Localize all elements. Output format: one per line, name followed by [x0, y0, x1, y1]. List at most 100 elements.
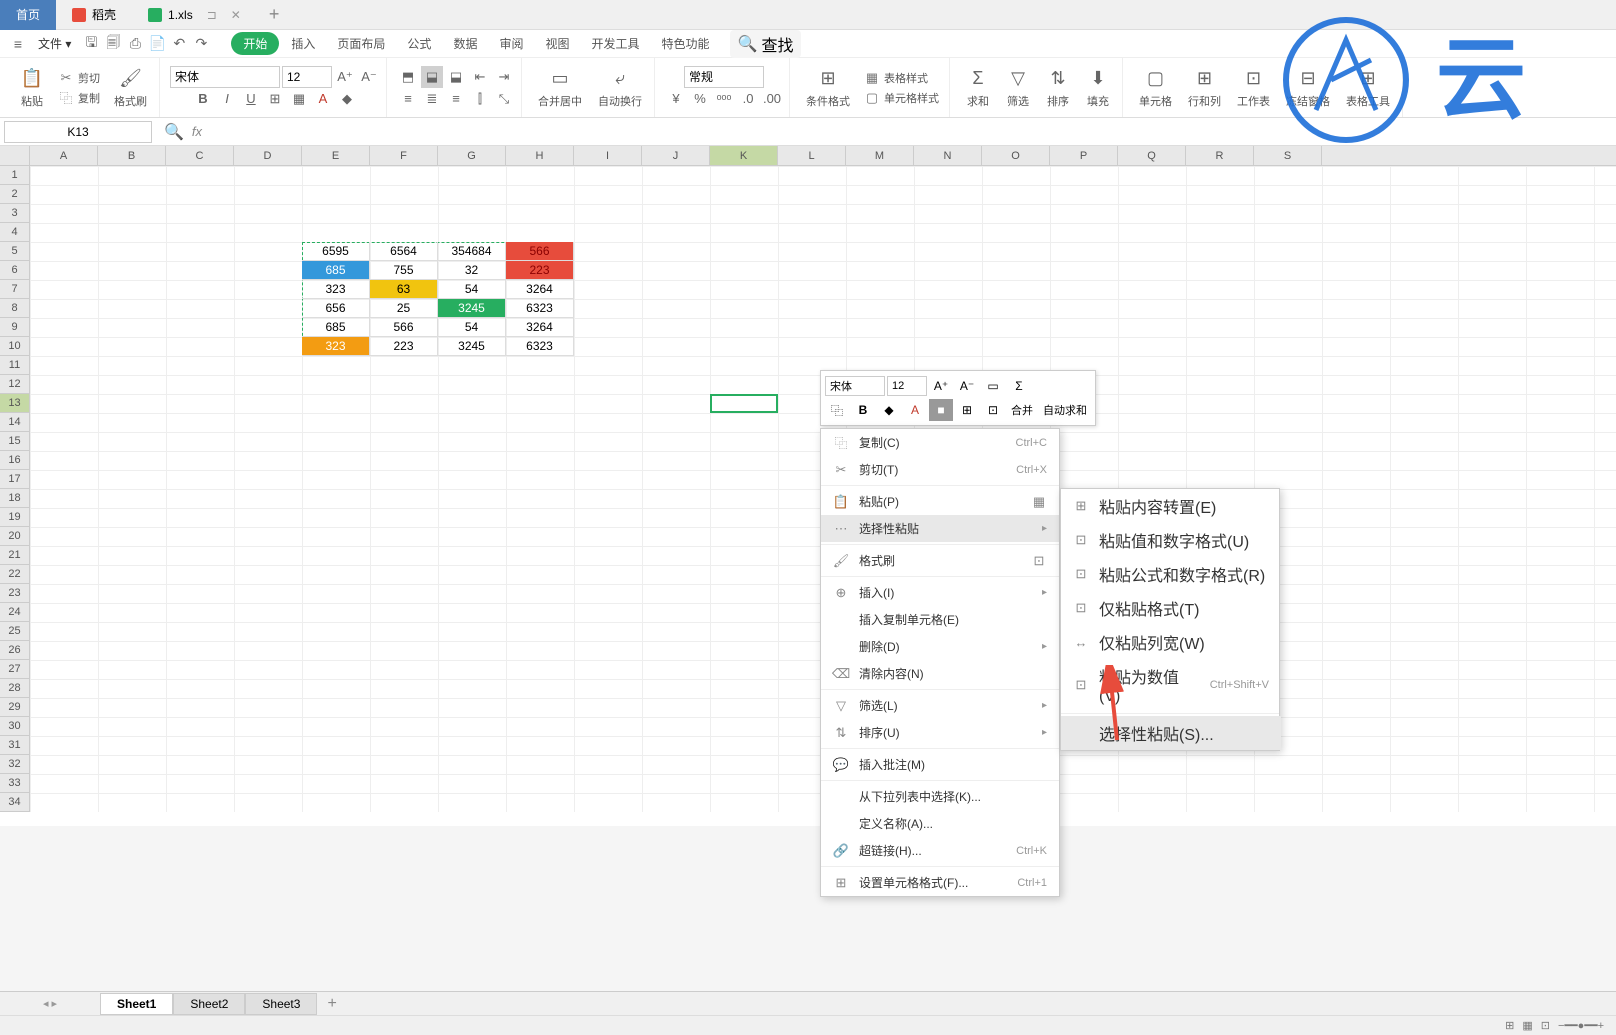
ctx-sort[interactable]: ⇅排序(U)▸	[821, 719, 1059, 746]
thousands-icon[interactable]: ᵒᵒᵒ	[713, 88, 735, 110]
align-center-icon[interactable]: ≣	[421, 88, 443, 110]
cell-reference-input[interactable]	[4, 121, 152, 143]
row-header-19[interactable]: 19	[0, 508, 29, 527]
row-header-13[interactable]: 13	[0, 394, 29, 413]
col-header-Q[interactable]: Q	[1118, 146, 1186, 165]
cell-G10[interactable]: 3245	[438, 337, 506, 356]
number-format-select[interactable]	[684, 66, 764, 88]
save-icon[interactable]: 🖫	[81, 34, 101, 54]
ctx-delete[interactable]: 删除(D)▸	[821, 633, 1059, 660]
col-header-L[interactable]: L	[778, 146, 846, 165]
distribute-icon[interactable]: ⫿	[469, 88, 491, 110]
ctx-clear[interactable]: ⌫清除内容(N)	[821, 660, 1059, 687]
sort-button[interactable]: ⇅排序	[1040, 67, 1076, 109]
orientation-icon[interactable]: ⤡	[493, 88, 515, 110]
ctx-paste-special[interactable]: ⋯选择性粘贴▸	[821, 515, 1059, 542]
ctx-format-cells[interactable]: ⊞设置单元格格式(F)...Ctrl+1	[821, 869, 1059, 896]
row-header-14[interactable]: 14	[0, 413, 29, 432]
indent-inc-icon[interactable]: ⇥	[493, 66, 515, 88]
table-style-button[interactable]: ▦表格样式	[860, 69, 943, 87]
col-header-O[interactable]: O	[982, 146, 1050, 165]
sheet-tab-1[interactable]: Sheet1	[100, 993, 173, 1015]
tab-formula[interactable]: 公式	[397, 31, 441, 56]
row-header-30[interactable]: 30	[0, 717, 29, 736]
row-header-4[interactable]: 4	[0, 223, 29, 242]
mini-autosum-label[interactable]: 自动求和	[1039, 402, 1091, 418]
cell-H6[interactable]: 223	[506, 261, 574, 280]
tools-button[interactable]: ⊞表格工具	[1340, 67, 1396, 109]
row-header-1[interactable]: 1	[0, 166, 29, 185]
align-left-icon[interactable]: ≡	[397, 88, 419, 110]
row-header-23[interactable]: 23	[0, 584, 29, 603]
ctx-cut[interactable]: ✂剪切(T)Ctrl+X	[821, 456, 1059, 483]
cell-style-button[interactable]: ▢单元格样式	[860, 89, 943, 107]
cell-H9[interactable]: 3264	[506, 318, 574, 337]
tab-start[interactable]: 开始	[231, 32, 279, 55]
underline-button[interactable]: U	[240, 88, 262, 110]
cell-E6[interactable]: 685	[302, 261, 370, 280]
row-header-32[interactable]: 32	[0, 755, 29, 774]
row-header-5[interactable]: 5	[0, 242, 29, 261]
row-header-17[interactable]: 17	[0, 470, 29, 489]
print-preview-icon[interactable]: 📄	[147, 34, 167, 54]
cell-H8[interactable]: 6323	[506, 299, 574, 318]
row-header-24[interactable]: 24	[0, 603, 29, 622]
fill-color-button[interactable]: ▦	[288, 88, 310, 110]
mini-sum-icon[interactable]: Σ	[1007, 375, 1031, 397]
mini-format-icon[interactable]: ⿻	[825, 399, 849, 421]
sub-paste-special[interactable]: 选择性粘贴(S)...	[1061, 716, 1281, 750]
highlight-button[interactable]: ◆	[336, 88, 358, 110]
col-header-F[interactable]: F	[370, 146, 438, 165]
file-menu[interactable]: 文件 ▾	[30, 35, 79, 52]
tab-layout[interactable]: 页面布局	[327, 31, 395, 56]
cell-H10[interactable]: 6323	[506, 337, 574, 356]
align-right-icon[interactable]: ≡	[445, 88, 467, 110]
print-icon[interactable]: ⎙	[125, 34, 145, 54]
sub-as-values[interactable]: ⊡粘贴为数值(V)Ctrl+Shift+V	[1061, 659, 1281, 711]
sheet-nav[interactable]: ◂ ▸	[0, 997, 100, 1010]
close-icon[interactable]: ✕	[231, 8, 241, 22]
ctx-paste[interactable]: 📋粘贴(P)▦	[821, 488, 1059, 515]
menu-icon[interactable]: ≡	[8, 34, 28, 54]
row-header-27[interactable]: 27	[0, 660, 29, 679]
tab-review[interactable]: 审阅	[489, 31, 533, 56]
sub-formulas-fmt[interactable]: ⊡粘贴公式和数字格式(R)	[1061, 557, 1281, 591]
cell-E5[interactable]: 6595	[302, 242, 370, 261]
col-header-M[interactable]: M	[846, 146, 914, 165]
merge-button[interactable]: ▭合并居中	[532, 67, 588, 109]
col-header-N[interactable]: N	[914, 146, 982, 165]
cell-button[interactable]: ▢单元格	[1133, 67, 1178, 109]
fill-button[interactable]: ⬇填充	[1080, 67, 1116, 109]
ctx-insert-copied[interactable]: 插入复制单元格(E)	[821, 606, 1059, 633]
row-header-22[interactable]: 22	[0, 565, 29, 584]
row-header-11[interactable]: 11	[0, 356, 29, 375]
row-header-7[interactable]: 7	[0, 280, 29, 299]
size-select[interactable]	[282, 66, 332, 88]
row-header-10[interactable]: 10	[0, 337, 29, 356]
view-break-icon[interactable]: ⊡	[1541, 1019, 1550, 1032]
mini-highlight-icon[interactable]: ■	[929, 399, 953, 421]
freeze-button[interactable]: ⊟冻结窗格	[1280, 67, 1336, 109]
select-all-corner[interactable]	[0, 146, 30, 165]
inc-font-icon[interactable]: A⁺	[334, 66, 356, 88]
bold-button[interactable]: B	[192, 88, 214, 110]
view-normal-icon[interactable]: ⊞	[1505, 1019, 1514, 1032]
zoom-control[interactable]: −━━●━━+	[1558, 1019, 1604, 1032]
col-header-H[interactable]: H	[506, 146, 574, 165]
mini-bold-icon[interactable]: B	[851, 399, 875, 421]
align-bottom-icon[interactable]: ⬓	[445, 66, 467, 88]
ctx-hyperlink[interactable]: 🔗超链接(H)...Ctrl+K	[821, 837, 1059, 864]
rowcol-button[interactable]: ⊞行和列	[1182, 67, 1227, 109]
mini-cell-icon[interactable]: ⊡	[981, 399, 1005, 421]
cell-F5[interactable]: 6564	[370, 242, 438, 261]
row-header-12[interactable]: 12	[0, 375, 29, 394]
cell-F10[interactable]: 223	[370, 337, 438, 356]
row-header-18[interactable]: 18	[0, 489, 29, 508]
inc-dec-icon[interactable]: .0	[737, 88, 759, 110]
paste-button[interactable]: 📋粘贴	[14, 67, 50, 109]
mini-inc-font-icon[interactable]: A⁺	[929, 375, 953, 397]
mini-size-select[interactable]	[887, 376, 927, 396]
cell-E9[interactable]: 685	[302, 318, 370, 337]
cell-F6[interactable]: 755	[370, 261, 438, 280]
sub-col-width[interactable]: ↔仅粘贴列宽(W)	[1061, 625, 1281, 659]
